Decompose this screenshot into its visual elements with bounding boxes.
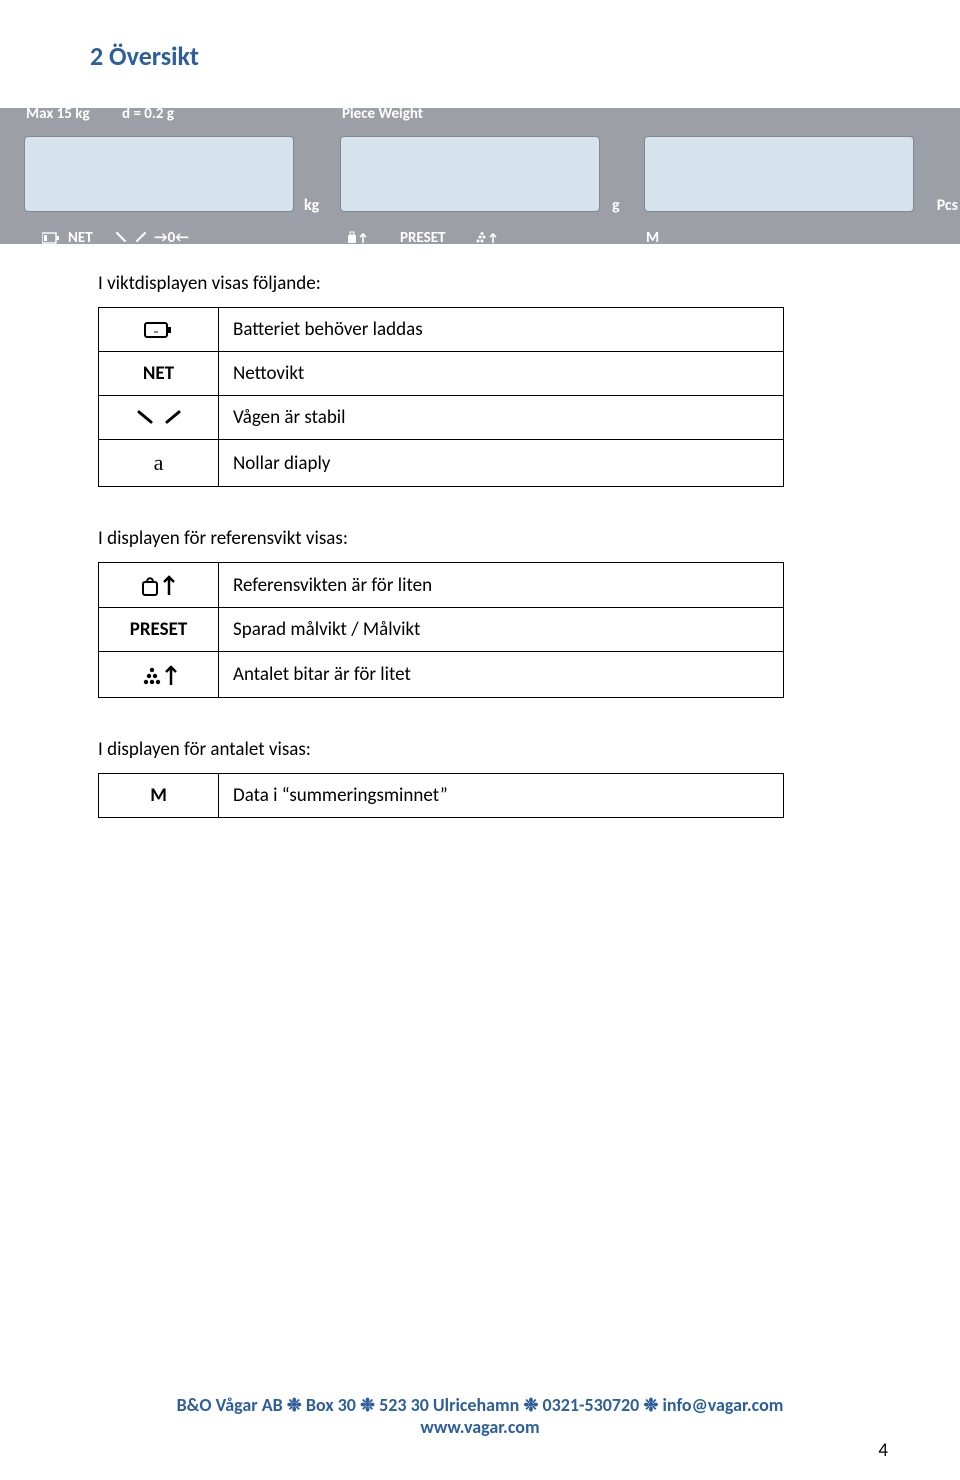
lcd-reference xyxy=(340,136,600,212)
table-antal: M Data i “summeringsminnet” xyxy=(98,773,784,818)
battery-charge-icon xyxy=(904,242,932,260)
section3-title: I displayen för antalet visas: xyxy=(98,738,870,761)
section2-title: I displayen för referensvikt visas: xyxy=(98,527,870,550)
page-footer: B&O Vågar AB ❉ Box 30 ❉ 523 30 Ulriceham… xyxy=(0,1394,960,1438)
footer-line-2: www.vagar.com xyxy=(0,1416,960,1438)
cell-desc: Nollar diaply xyxy=(219,440,784,487)
display-diagram: Vikt Referensvikt Antal Max 15 kg d = 0.… xyxy=(90,108,870,244)
weight-up-icon xyxy=(346,229,368,247)
cell-icon: PRESET xyxy=(99,608,219,652)
table-row: Vågen är stabil xyxy=(99,396,784,440)
unit-kg: kg xyxy=(304,196,319,215)
section1-title: I viktdisplayen visas följande: xyxy=(98,272,870,295)
panel-m: M xyxy=(646,229,659,247)
table-vikt: – Batteriet behöver laddas NET Nettovikt… xyxy=(98,307,784,487)
cell-desc: Vågen är stabil xyxy=(219,396,784,440)
scale-display-panel: Max 15 kg d = 0.2 g Piece Weight kg g Pc… xyxy=(0,108,960,244)
battery-low-icon xyxy=(42,229,60,247)
stable-icon xyxy=(99,396,219,440)
svg-text:–: – xyxy=(153,325,158,338)
cell-desc: Nettovikt xyxy=(219,352,784,396)
panel-net: NET xyxy=(68,229,93,247)
table-row: NET Nettovikt xyxy=(99,352,784,396)
cell-desc: Referensvikten är för liten xyxy=(219,563,784,608)
table-row: – Batteriet behöver laddas xyxy=(99,308,784,352)
cell-icon: NET xyxy=(99,352,219,396)
cell-icon: M xyxy=(99,773,219,817)
lcd-count xyxy=(644,136,914,212)
page-number: 4 xyxy=(878,1439,888,1462)
table-row: Antalet bitar är för litet xyxy=(99,652,784,697)
panel-preset: PRESET xyxy=(400,229,445,247)
stable-icon xyxy=(116,229,146,247)
table-ref: Referensvikten är för liten PRESET Spara… xyxy=(98,562,784,698)
zero-icon: →0← xyxy=(154,229,189,247)
unit-g: g xyxy=(612,196,620,215)
cell-desc: Batteriet behöver laddas xyxy=(219,308,784,352)
panel-max: Max 15 kg xyxy=(26,105,90,123)
pieces-up-icon xyxy=(99,652,219,697)
table-row: M Data i “summeringsminnet” xyxy=(99,773,784,817)
lcd-weight xyxy=(24,136,294,212)
battery-low-icon: – xyxy=(99,308,219,352)
unit-pcs: Pcs xyxy=(937,196,958,215)
cell-icon: a xyxy=(99,440,219,487)
table-row: a Nollar diaply xyxy=(99,440,784,487)
page-title: 2 Översikt xyxy=(90,40,870,72)
table-row: Referensvikten är för liten xyxy=(99,563,784,608)
table-row: PRESET Sparad målvikt / Målvikt xyxy=(99,608,784,652)
cell-desc: Sparad målvikt / Målvikt xyxy=(219,608,784,652)
footer-line-1: B&O Vågar AB ❉ Box 30 ❉ 523 30 Ulriceham… xyxy=(0,1394,960,1416)
panel-d: d = 0.2 g xyxy=(122,105,174,123)
cell-desc: Antalet bitar är för litet xyxy=(219,652,784,697)
pieces-up-icon xyxy=(474,229,498,247)
panel-piece-weight: Piece Weight xyxy=(342,105,423,123)
cell-desc: Data i “summeringsminnet” xyxy=(219,773,784,817)
weight-up-icon xyxy=(99,563,219,608)
